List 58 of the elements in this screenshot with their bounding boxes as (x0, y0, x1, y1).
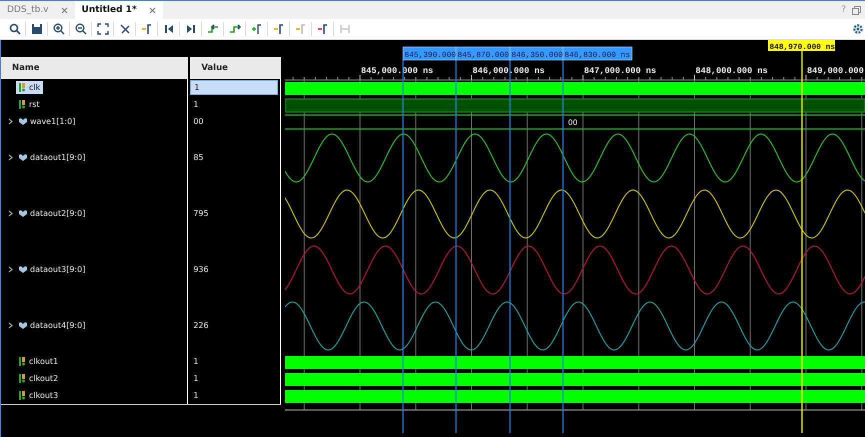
step-forward-icon (228, 23, 240, 36)
signal-value: 85 (192, 152, 205, 164)
signal-name[interactable]: clkout3 (16, 389, 62, 402)
signal-icon (19, 391, 26, 400)
signal-value: 1 (192, 99, 200, 111)
time-label: 847,000.000 ns (584, 66, 656, 76)
skip-back-icon (162, 23, 174, 36)
time-label: 849,000.000 (807, 66, 864, 76)
restore-icon[interactable] (852, 6, 861, 15)
signal-icon (19, 100, 26, 109)
signal-icon (19, 374, 26, 383)
column-header: Value (190, 57, 281, 79)
bus-icon (19, 210, 27, 216)
signal-value: 1 (192, 373, 200, 385)
close-icon[interactable] (60, 6, 68, 14)
signal-name[interactable]: clk (16, 81, 44, 94)
signal-name[interactable]: dataout4[9:0] (16, 318, 88, 332)
signal-name[interactable]: clkout2 (16, 372, 62, 385)
step-back-icon (206, 23, 218, 36)
save-icon (30, 23, 42, 36)
signal-icon (19, 357, 26, 366)
signal-name[interactable]: clkout1 (16, 355, 62, 368)
signal-value: 226 (192, 320, 210, 332)
signal-value: 795 (192, 208, 210, 220)
editor-tab[interactable]: DDS_tb.v (0, 1, 75, 20)
signal-name[interactable]: dataout1[9:0] (16, 150, 88, 164)
skip-forward-icon (184, 23, 196, 36)
signal-name[interactable]: wave1[1:0] (16, 114, 78, 128)
bus-icon (19, 266, 27, 272)
signal-name[interactable]: dataout2[9:0] (16, 206, 88, 220)
editor-tab[interactable]: Untitled 1* (74, 1, 163, 20)
signal-name[interactable]: rst (16, 98, 43, 111)
marker-line[interactable] (455, 60, 457, 433)
zoom-in-icon (52, 23, 64, 36)
signal-value: 1 (192, 390, 200, 402)
bus-icon (19, 154, 27, 160)
signal-value: 00 (192, 116, 205, 128)
bracket-icon (338, 23, 350, 36)
signal-value: 936 (192, 264, 210, 276)
column-header: Name (1, 57, 188, 79)
zoom-out-icon (74, 23, 86, 36)
time-label: 848,000.000 ns (696, 66, 768, 76)
remove-marker-icon (316, 23, 328, 36)
close-icon[interactable] (148, 6, 156, 14)
signal-value: 1 (190, 80, 278, 95)
time-cursor[interactable] (801, 51, 803, 433)
search-icon (8, 23, 20, 36)
settings-icon[interactable] (853, 24, 863, 34)
signal-icon (19, 83, 26, 92)
marker-line[interactable] (509, 60, 511, 433)
signal-value: 1 (192, 356, 200, 368)
expand-icon (96, 23, 108, 36)
signal-name[interactable]: dataout3[9:0] (16, 262, 88, 276)
add-marker-icon (250, 23, 262, 36)
bus-icon (19, 322, 27, 328)
marker-line[interactable] (562, 60, 564, 433)
bus-icon (19, 118, 27, 124)
marker-line[interactable] (402, 60, 404, 433)
